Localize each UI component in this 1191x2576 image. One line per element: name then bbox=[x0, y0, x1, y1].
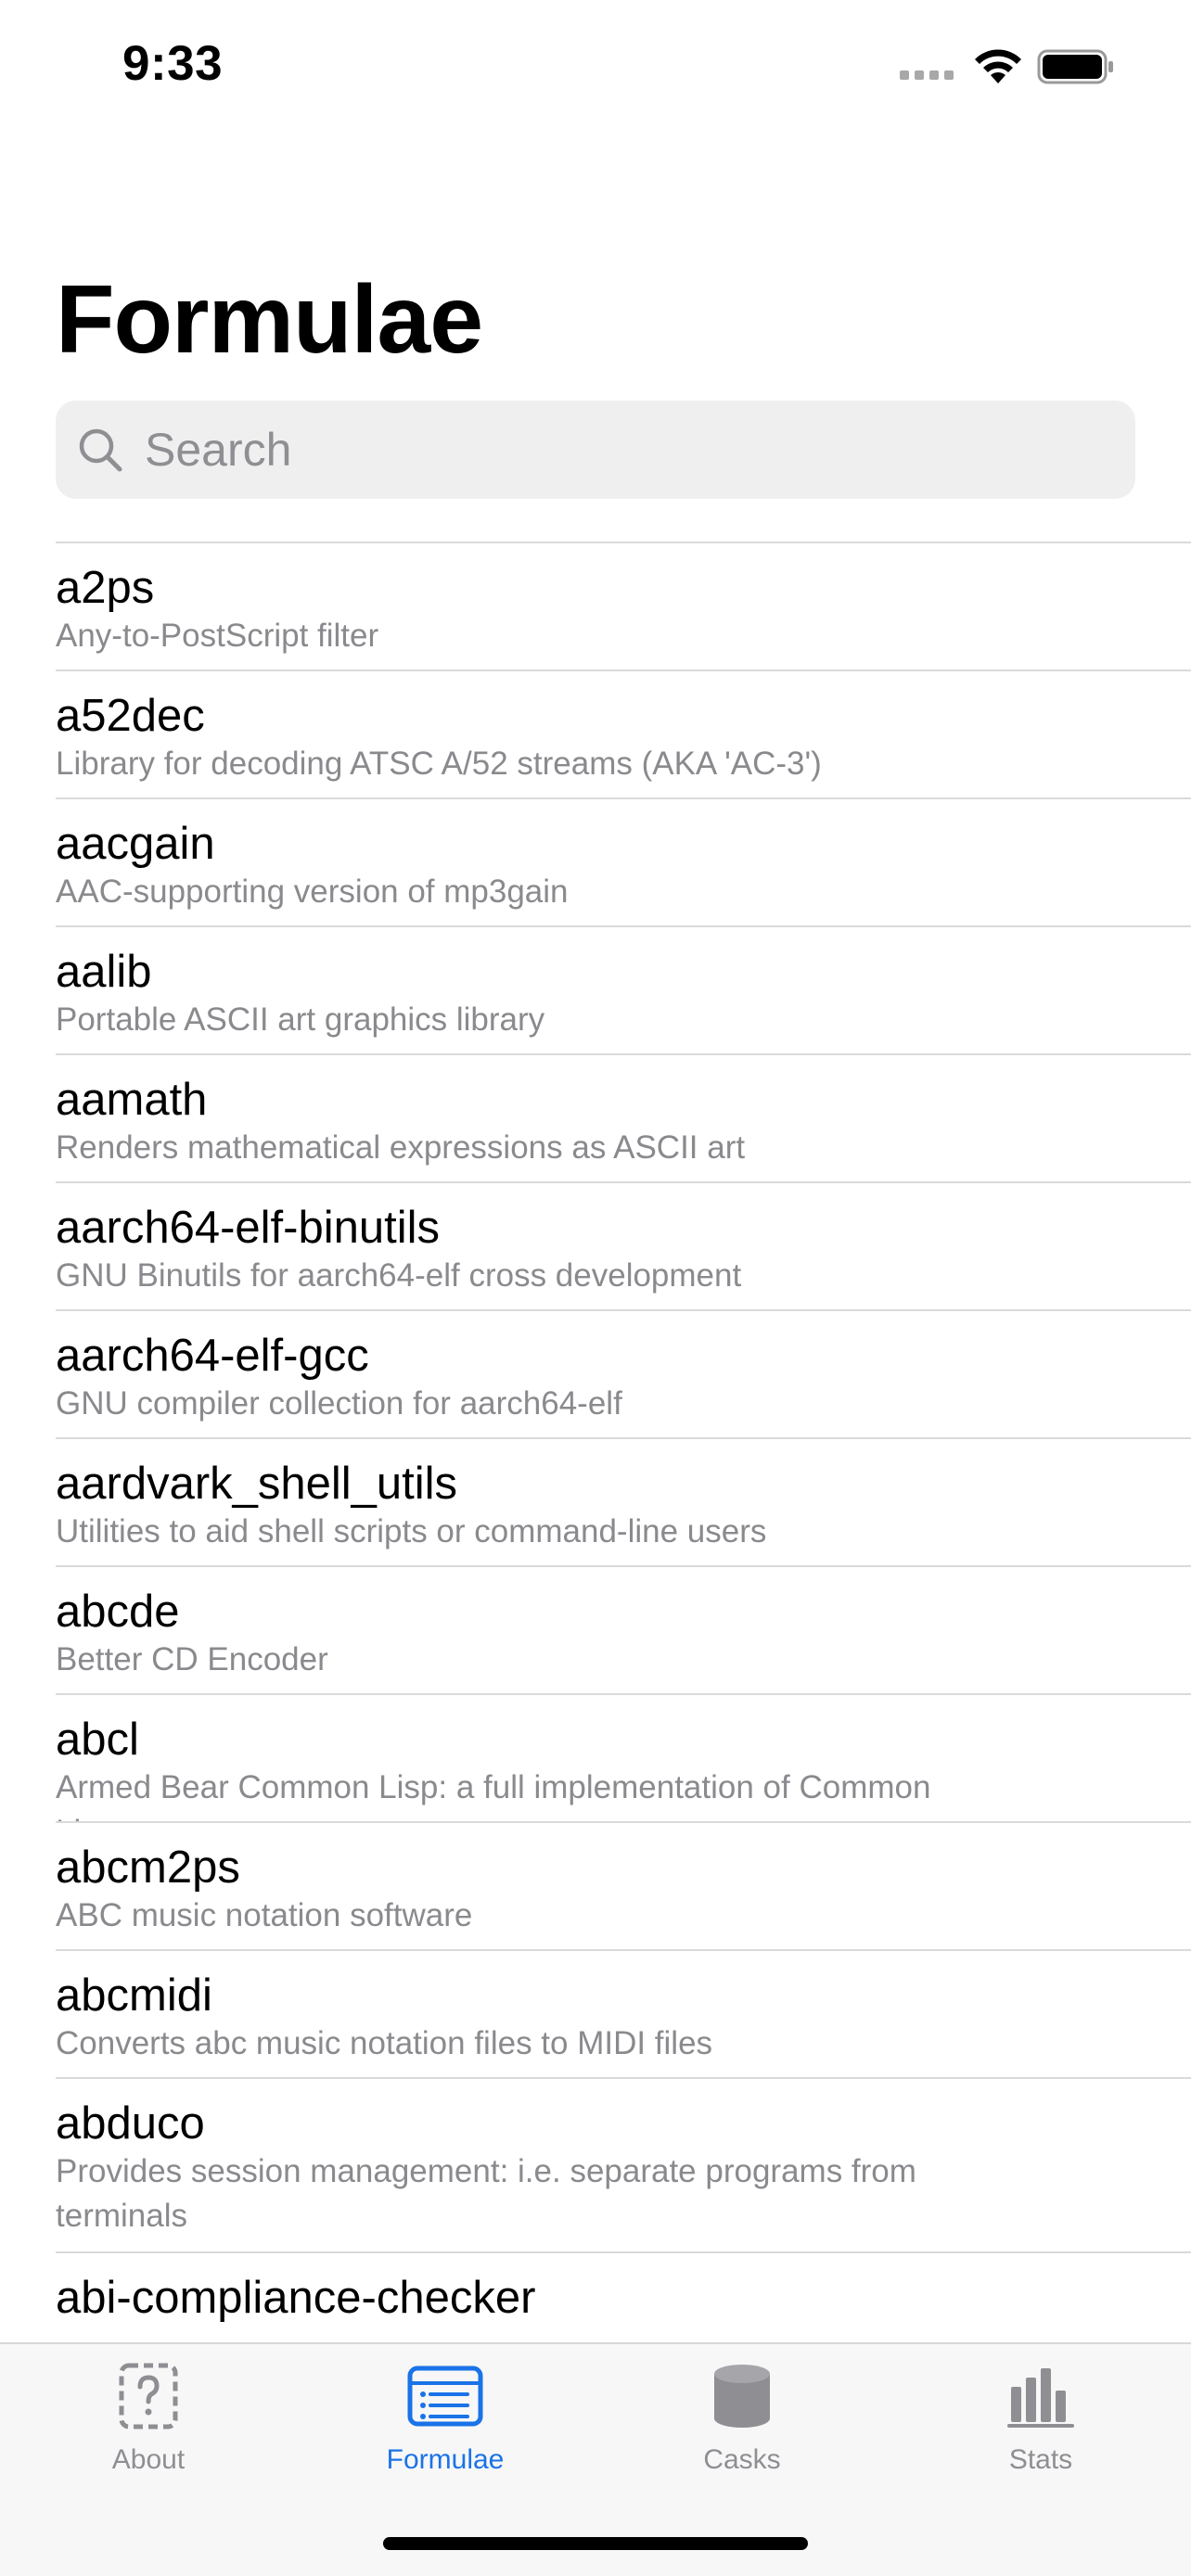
formula-name: aacgain bbox=[56, 819, 215, 869]
status-time: 9:33 bbox=[122, 36, 224, 91]
search-input[interactable] bbox=[143, 422, 1111, 478]
formula-description: Converts abc music notation files to MID… bbox=[56, 2025, 713, 2061]
tab-casks[interactable]: Casks bbox=[640, 2361, 844, 2509]
formula-description: Portable ASCII art graphics library bbox=[56, 1001, 545, 1038]
formula-name: abcde bbox=[56, 1587, 180, 1637]
formula-description: GNU compiler collection for aarch64-elf bbox=[56, 1385, 622, 1422]
formula-name: aalib bbox=[56, 947, 152, 997]
formula-description: Armed Bear Common Lisp: a full implement… bbox=[56, 1769, 931, 1821]
tab-about[interactable]: About bbox=[46, 2361, 250, 2509]
tab-stats-label: Stats bbox=[1008, 2444, 1073, 2475]
formula-description: Library for decoding ATSC A/52 streams (… bbox=[56, 746, 822, 782]
list-item[interactable]: abcmidi Converts abc music notation file… bbox=[56, 1949, 1191, 2077]
list-item[interactable]: abcm2ps ABC music notation software bbox=[56, 1821, 1191, 1949]
cylinder-icon bbox=[714, 2365, 770, 2428]
formula-description: Any-to-PostScript filter bbox=[56, 618, 379, 654]
formula-description: Better CD Encoder bbox=[56, 1641, 328, 1677]
battery-icon bbox=[1037, 49, 1113, 84]
list-item[interactable]: a52dec Library for decoding ATSC A/52 st… bbox=[56, 670, 1191, 797]
formula-description: ABC music notation software bbox=[56, 1897, 473, 1933]
formula-name: abduco bbox=[56, 2098, 205, 2149]
formula-description: Provides session management: i.e. separa… bbox=[56, 2153, 916, 2234]
formula-name: a52dec bbox=[56, 691, 205, 741]
list-item[interactable]: aacgain AAC-supporting version of mp3gai… bbox=[56, 797, 1191, 925]
list-item[interactable]: aamath Renders mathematical expressions … bbox=[56, 1053, 1191, 1181]
status-bar: 9:33 bbox=[0, 0, 1191, 139]
tab-stats[interactable]: Stats bbox=[939, 2361, 1143, 2509]
list-item[interactable]: abduco Provides session management: i.e.… bbox=[56, 2077, 1191, 2251]
formula-name: aarch64-elf-binutils bbox=[56, 1203, 440, 1253]
formula-name: abcl bbox=[56, 1715, 139, 1765]
tab-casks-label: Casks bbox=[703, 2444, 781, 2475]
formula-name: abcmidi bbox=[56, 1970, 212, 2021]
list-item[interactable]: abcde Better CD Encoder bbox=[56, 1565, 1191, 1693]
search-bar[interactable] bbox=[56, 401, 1135, 499]
home-indicator bbox=[383, 2537, 808, 2550]
formula-name: aarch64-elf-gcc bbox=[56, 1331, 369, 1381]
list-item[interactable]: aardvark_shell_utils Utilities to aid sh… bbox=[56, 1437, 1191, 1565]
formula-name: abcm2ps bbox=[56, 1843, 240, 1893]
formula-description: Renders mathematical expressions as ASCI… bbox=[56, 1129, 746, 1166]
bar-chart-icon bbox=[1007, 2368, 1074, 2428]
list-icon bbox=[407, 2366, 483, 2427]
list-item[interactable]: a2ps Any-to-PostScript filter bbox=[56, 542, 1191, 670]
wifi-icon bbox=[975, 49, 1021, 83]
formula-description: GNU Binutils for aarch64-elf cross devel… bbox=[56, 1257, 742, 1294]
tab-formulae[interactable]: Formulae bbox=[343, 2361, 547, 2509]
question-mark-square-icon bbox=[119, 2363, 178, 2429]
formula-name: abi-compliance-checker bbox=[56, 2273, 536, 2323]
cellular-signal-icon bbox=[900, 70, 954, 80]
list-item[interactable]: abcl Armed Bear Common Lisp: a full impl… bbox=[56, 1693, 1191, 1821]
formula-description: AAC-supporting version of mp3gain bbox=[56, 874, 569, 910]
list-item[interactable]: aarch64-elf-gcc GNU compiler collection … bbox=[56, 1309, 1191, 1437]
formula-name: a2ps bbox=[56, 563, 155, 613]
tab-formulae-label: Formulae bbox=[386, 2444, 505, 2475]
formula-name: aardvark_shell_utils bbox=[56, 1459, 458, 1509]
tab-about-label: About bbox=[111, 2444, 186, 2475]
list-item[interactable]: aarch64-elf-binutils GNU Binutils for aa… bbox=[56, 1181, 1191, 1309]
page-title: Formulae bbox=[56, 266, 483, 374]
formula-name: aamath bbox=[56, 1075, 208, 1125]
formula-list: a2ps Any-to-PostScript filter a52dec Lib… bbox=[56, 542, 1191, 2379]
search-icon bbox=[79, 428, 122, 472]
list-item[interactable]: aalib Portable ASCII art graphics librar… bbox=[56, 925, 1191, 1053]
formula-description: Utilities to aid shell scripts or comman… bbox=[56, 1513, 767, 1549]
